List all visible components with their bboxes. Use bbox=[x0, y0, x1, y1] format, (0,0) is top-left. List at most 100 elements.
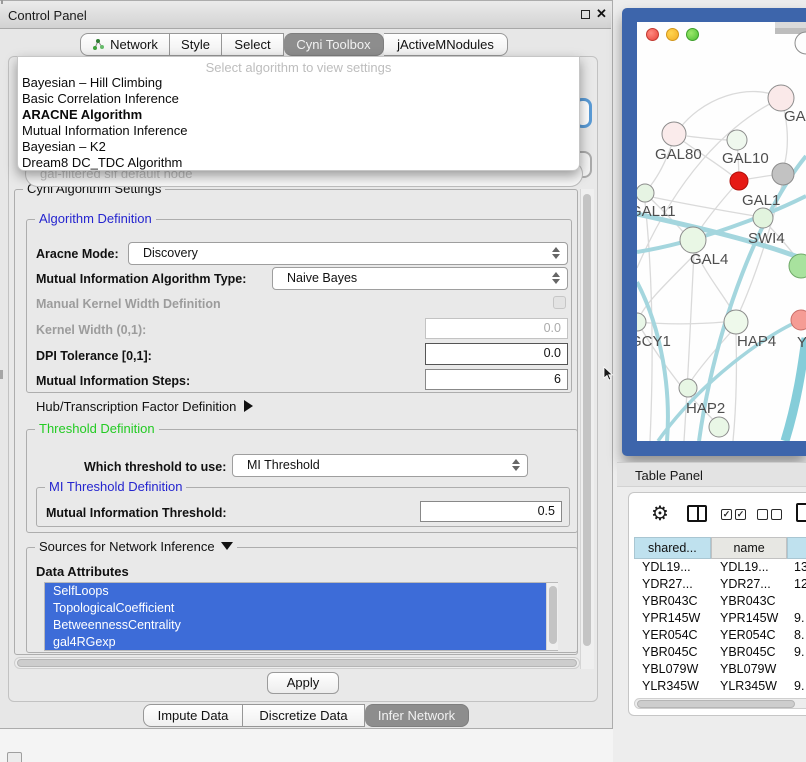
hub-tf-definition-toggle[interactable]: Hub/Transcription Factor Definition bbox=[36, 399, 253, 414]
table-row[interactable]: YPR145W YPR145W 9. bbox=[634, 610, 806, 627]
checked-checkbox-icon[interactable]: ✓ bbox=[735, 509, 746, 520]
table-panel: ⚙ ✓ ✓ shared... name YDL19... YDL19... 1… bbox=[628, 492, 806, 716]
scrollbar-thumb[interactable] bbox=[583, 194, 591, 646]
settings-horizontal-scrollbar[interactable] bbox=[14, 657, 580, 669]
aracne-mode-label: Aracne Mode: bbox=[36, 247, 119, 261]
network-graph: GAL GAL80 GAL10 GAL1 GAL11 SWI4 GAL4 GCY… bbox=[637, 22, 806, 441]
zoom-traffic-light[interactable] bbox=[686, 28, 699, 41]
cell: 13 bbox=[790, 559, 806, 576]
node-label: GCY1 bbox=[637, 333, 671, 350]
apply-button[interactable]: Apply bbox=[267, 672, 339, 694]
tab-infer-network[interactable]: Infer Network bbox=[365, 704, 469, 727]
scrollbar-thumb[interactable] bbox=[17, 659, 577, 667]
node-gal4[interactable] bbox=[680, 227, 706, 253]
dropdown-item[interactable]: Bayesian – Hill Climbing bbox=[18, 75, 579, 91]
column-header-partial[interactable] bbox=[787, 537, 806, 559]
which-threshold-combo[interactable]: MI Threshold bbox=[232, 454, 528, 477]
dropdown-item-selected[interactable]: ARACNE Algorithm bbox=[18, 107, 579, 123]
settings-vertical-scrollbar[interactable] bbox=[580, 189, 594, 669]
dropdown-item[interactable]: Dream8 DC_TDC Algorithm bbox=[18, 155, 579, 171]
node-gal10[interactable] bbox=[727, 130, 747, 150]
tab-cyni-toolbox[interactable]: Cyni Toolbox bbox=[284, 33, 384, 56]
dropdown-item[interactable]: Mutual Information Inference bbox=[18, 123, 579, 139]
table-row[interactable]: YBL079W YBL079W bbox=[634, 661, 806, 678]
node-gal1[interactable] bbox=[730, 172, 748, 190]
node-gal80[interactable] bbox=[662, 122, 686, 146]
list-item[interactable]: gal4RGexp bbox=[45, 634, 553, 651]
manual-kernel-checkbox[interactable] bbox=[553, 296, 566, 309]
mi-type-combo[interactable]: Naive Bayes bbox=[272, 267, 568, 290]
table-row[interactable]: YDR27... YDR27... 12 bbox=[634, 576, 806, 593]
tab-network[interactable]: Network bbox=[80, 33, 170, 56]
data-attributes-list: SelfLoops TopologicalCoefficient Between… bbox=[44, 582, 558, 651]
network-icon bbox=[92, 38, 105, 51]
mi-threshold-label: Mutual Information Threshold: bbox=[46, 506, 227, 520]
mi-steps-field[interactable]: 6 bbox=[425, 369, 568, 390]
tab-select[interactable]: Select bbox=[222, 33, 284, 56]
node-hap2[interactable] bbox=[679, 379, 697, 397]
network-canvas[interactable]: GAL GAL80 GAL10 GAL1 GAL11 SWI4 GAL4 GCY… bbox=[637, 22, 806, 441]
float-window-icon[interactable] bbox=[581, 10, 590, 19]
table-header-row: shared... name bbox=[634, 537, 806, 559]
cell: YPR145W bbox=[634, 610, 712, 627]
scrollbar-thumb[interactable] bbox=[549, 586, 557, 644]
scrollbar-thumb[interactable] bbox=[637, 700, 795, 708]
node-swi4[interactable] bbox=[753, 208, 773, 228]
node-label: GAL80 bbox=[655, 146, 702, 163]
unchecked-checkbox-icon[interactable] bbox=[771, 509, 782, 520]
cell: 12 bbox=[790, 576, 806, 593]
tab-impute-data[interactable]: Impute Data bbox=[143, 704, 243, 727]
node-hap4[interactable] bbox=[724, 310, 748, 334]
document-icon[interactable] bbox=[796, 503, 806, 522]
node[interactable] bbox=[795, 32, 806, 54]
column-header-name[interactable]: name bbox=[711, 537, 788, 559]
kernel-width-field[interactable]: 0.0 bbox=[425, 318, 568, 339]
control-panel-header: Control Panel ✕ bbox=[0, 1, 611, 29]
tab-discretize-data[interactable]: Discretize Data bbox=[243, 704, 365, 727]
cell: YLR345W bbox=[634, 678, 712, 695]
kernel-width-label: Kernel Width (0,1): bbox=[36, 323, 146, 337]
table-horizontal-scrollbar[interactable] bbox=[634, 698, 806, 709]
list-item[interactable]: SelfLoops bbox=[45, 583, 553, 600]
node-green[interactable] bbox=[789, 254, 806, 278]
cell: YBR045C bbox=[634, 644, 712, 661]
list-item[interactable]: BetweennessCentrality bbox=[45, 617, 553, 634]
close-icon[interactable]: ✕ bbox=[596, 6, 607, 22]
algorithm-dropdown: Select algorithm to view settings Bayesi… bbox=[17, 56, 580, 171]
checked-checkbox-icon[interactable]: ✓ bbox=[721, 509, 732, 520]
tab-label: Cyni Toolbox bbox=[296, 37, 370, 52]
aracne-mode-combo[interactable]: Discovery bbox=[128, 242, 568, 265]
dpi-tolerance-field[interactable]: 0.0 bbox=[425, 343, 568, 365]
node-salmon[interactable] bbox=[791, 310, 806, 330]
screen: Control Panel ✕ Network Style Select bbox=[0, 0, 806, 762]
dropdown-item[interactable]: Basic Correlation Inference bbox=[18, 91, 579, 107]
list-item[interactable]: TopologicalCoefficient bbox=[45, 600, 553, 617]
manual-kernel-label: Manual Kernel Width Definition bbox=[36, 297, 221, 311]
table-row[interactable]: YLR345W YLR345W 9. bbox=[634, 678, 806, 695]
dropdown-item[interactable]: Bayesian – K2 bbox=[18, 139, 579, 155]
group-legend: Algorithm Definition bbox=[35, 212, 156, 226]
unchecked-checkbox-icon[interactable] bbox=[757, 509, 768, 520]
bottom-left-window-fragment bbox=[7, 752, 22, 762]
close-traffic-light[interactable] bbox=[646, 28, 659, 41]
stepper-icon bbox=[551, 272, 560, 284]
table-row[interactable]: YDL19... YDL19... 13 bbox=[634, 559, 806, 576]
tab-style[interactable]: Style bbox=[170, 33, 222, 56]
split-columns-icon[interactable] bbox=[687, 505, 707, 522]
mi-threshold-field[interactable]: 0.5 bbox=[420, 501, 562, 522]
table-row[interactable]: YER054C YER054C 8. bbox=[634, 627, 806, 644]
node[interactable] bbox=[709, 417, 729, 437]
gear-icon[interactable]: ⚙ bbox=[651, 501, 669, 526]
tab-jactivemnodules[interactable]: jActiveMNodules bbox=[384, 33, 508, 56]
node-gal11[interactable] bbox=[637, 184, 654, 202]
minimize-traffic-light[interactable] bbox=[666, 28, 679, 41]
node-gray[interactable] bbox=[772, 163, 794, 185]
node-label: HAP4 bbox=[737, 333, 776, 350]
tab-label: Infer Network bbox=[378, 708, 455, 723]
panel-divider-grip[interactable] bbox=[0, 370, 3, 379]
table-row[interactable]: YBR043C YBR043C bbox=[634, 593, 806, 610]
node-gcy1[interactable] bbox=[637, 313, 646, 331]
table-row[interactable]: YBR045C YBR045C 9. bbox=[634, 644, 806, 661]
column-header-shared[interactable]: shared... bbox=[634, 537, 711, 559]
list-vertical-scrollbar[interactable] bbox=[546, 583, 558, 650]
